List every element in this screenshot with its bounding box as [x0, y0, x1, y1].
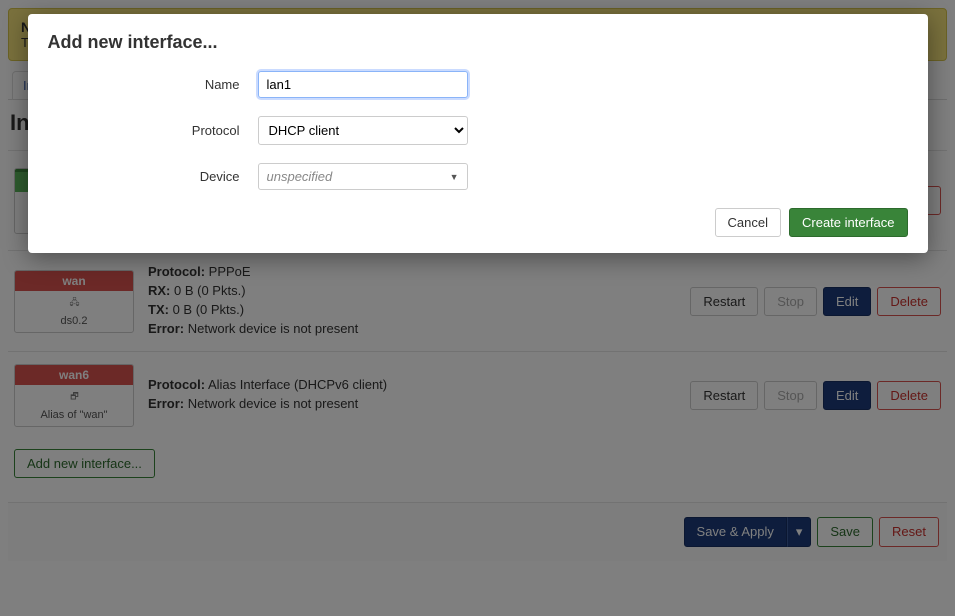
device-value: unspecified — [267, 169, 333, 184]
chevron-down-icon: ▼ — [450, 172, 459, 182]
add-interface-modal: Add new interface... Name Protocol DHCP … — [28, 14, 928, 253]
create-interface-button[interactable]: Create interface — [789, 208, 908, 237]
modal-overlay: Add new interface... Name Protocol DHCP … — [0, 0, 955, 616]
device-combobox[interactable]: unspecified ▼ — [258, 163, 468, 190]
device-label: Device — [48, 169, 258, 184]
name-label: Name — [48, 77, 258, 92]
modal-title: Add new interface... — [48, 32, 908, 53]
cancel-button[interactable]: Cancel — [715, 208, 781, 237]
name-input[interactable] — [258, 71, 468, 98]
protocol-select[interactable]: DHCP client — [258, 116, 468, 145]
protocol-label: Protocol — [48, 123, 258, 138]
